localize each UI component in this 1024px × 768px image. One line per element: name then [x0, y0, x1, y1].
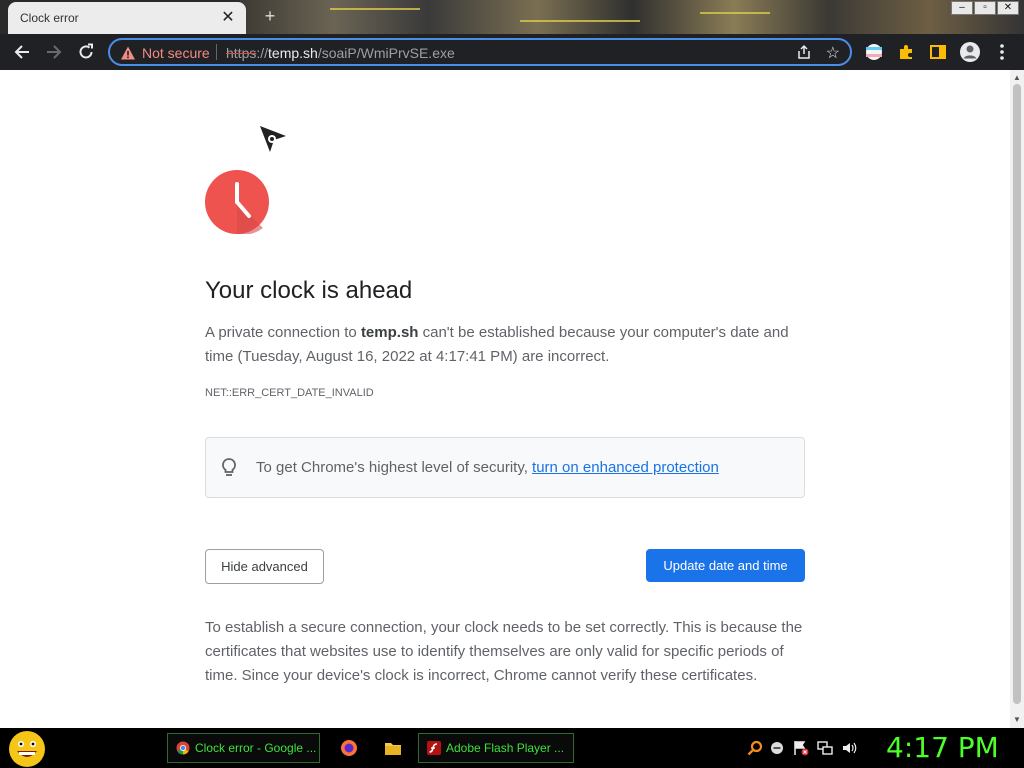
arrow-right-icon [47, 45, 62, 59]
security-tip-box: To get Chrome's highest level of securit… [205, 437, 805, 498]
flag-alert-icon [794, 741, 809, 756]
forward-button[interactable] [42, 40, 66, 64]
url-path: /soaiP/WmiPrvSE.exe [317, 45, 455, 61]
advanced-details-text: To establish a secure connection, your c… [205, 619, 803, 684]
scroll-down-icon[interactable]: ▼ [1013, 715, 1021, 724]
tray-action-center[interactable] [793, 740, 809, 756]
firefox-icon [341, 740, 357, 756]
bookmark-star-icon[interactable]: ☆ [826, 43, 840, 63]
minimize-button[interactable]: – [951, 1, 973, 15]
status-circle-icon [771, 742, 783, 754]
side-panel-icon [930, 45, 946, 59]
taskbar-item-flash[interactable]: Adobe Flash Player ... [418, 733, 574, 763]
lightbulb-icon [222, 458, 236, 476]
reload-button[interactable] [74, 40, 98, 64]
explanation-prefix: A private connection to [205, 324, 361, 341]
puzzle-icon [900, 45, 912, 59]
flag-icon [866, 44, 882, 60]
error-explanation: A private connection to temp.sh can't be… [205, 321, 805, 369]
tab-active[interactable]: Clock error ✕ [8, 2, 246, 34]
tab-strip: Clock error ✕ + – ▫ ✕ [0, 0, 1024, 34]
maximize-button[interactable]: ▫ [974, 1, 996, 15]
wallpaper-strip [240, 0, 1024, 34]
share-icon[interactable] [796, 44, 812, 60]
url-separator: :// [256, 45, 269, 61]
chrome-icon [176, 741, 190, 755]
network-icon [817, 741, 833, 755]
taskbar-item-chrome[interactable]: Clock error - Google ... [167, 733, 320, 763]
back-button[interactable] [10, 40, 34, 64]
wallpaper-streak [700, 12, 770, 14]
extensions-button[interactable] [894, 40, 918, 64]
scrollbar-thumb[interactable] [1013, 84, 1021, 704]
page-scrollbar[interactable]: ▲ ▼ [1010, 70, 1024, 728]
taskbar-flash-label: Adobe Flash Player ... [446, 741, 565, 755]
scroll-up-icon[interactable]: ▲ [1013, 73, 1021, 82]
search-icon [747, 740, 763, 756]
warning-icon [121, 46, 135, 60]
enhanced-protection-link[interactable]: turn on enhanced protection [532, 459, 719, 476]
url-host: temp.sh [268, 45, 318, 61]
toolbar: Not secure https://temp.sh/soaiP/WmiPrvS… [0, 34, 1024, 70]
reload-icon [79, 43, 93, 59]
wallpaper-streak [330, 8, 420, 10]
omnibox-divider [216, 44, 217, 60]
avatar-icon [960, 42, 980, 62]
start-button-smiley-icon[interactable] [8, 730, 46, 768]
profile-avatar-button[interactable] [958, 40, 982, 64]
flash-player-icon [427, 741, 441, 755]
side-panel-button[interactable] [926, 40, 950, 64]
wallpaper-streak [520, 20, 640, 22]
volume-icon [843, 742, 857, 754]
taskbar-explorer-button[interactable] [381, 736, 405, 760]
tray-status[interactable] [769, 740, 785, 756]
hide-advanced-button[interactable]: Hide advanced [205, 549, 324, 584]
mouse-cursor-icon [260, 126, 286, 152]
close-window-button[interactable]: ✕ [997, 1, 1019, 15]
url-text[interactable]: https://temp.sh/soaiP/WmiPrvSE.exe [226, 45, 455, 61]
clock-icon [205, 170, 269, 234]
tray-volume[interactable] [841, 740, 857, 756]
tray-search[interactable] [747, 740, 763, 756]
taskbar-firefox-button[interactable] [337, 736, 361, 760]
folder-icon [385, 743, 401, 755]
error-code[interactable]: NET::ERR_CERT_DATE_INVALID [205, 387, 374, 399]
tip-text: To get Chrome's highest level of securit… [256, 459, 533, 476]
explanation-host: temp.sh [360, 324, 419, 341]
taskbar-chrome-label: Clock error - Google ... [195, 741, 317, 755]
address-bar[interactable]: Not secure https://temp.sh/soaiP/WmiPrvS… [108, 38, 852, 66]
menu-button[interactable] [990, 40, 1014, 64]
arrow-left-icon [14, 45, 29, 59]
tray-network[interactable] [817, 740, 833, 756]
security-status[interactable]: Not secure [142, 45, 210, 61]
tab-close-icon[interactable]: ✕ [218, 8, 238, 28]
kebab-menu-icon [1000, 44, 1004, 60]
new-tab-button[interactable]: + [260, 6, 280, 26]
update-date-time-button[interactable]: Update date and time [646, 549, 805, 582]
page-content: Your clock is ahead A private connection… [0, 70, 1010, 728]
taskbar-clock[interactable]: 4:17 PM [886, 731, 999, 764]
page-title: Your clock is ahead [205, 277, 413, 304]
profile-flag-button[interactable] [862, 40, 886, 64]
taskbar: Clock error - Google ... Adobe Flash Pla… [0, 728, 1024, 768]
url-scheme: https [226, 45, 257, 61]
tab-title: Clock error [20, 11, 79, 25]
security-tip-text: To get Chrome's highest level of securit… [256, 459, 719, 476]
